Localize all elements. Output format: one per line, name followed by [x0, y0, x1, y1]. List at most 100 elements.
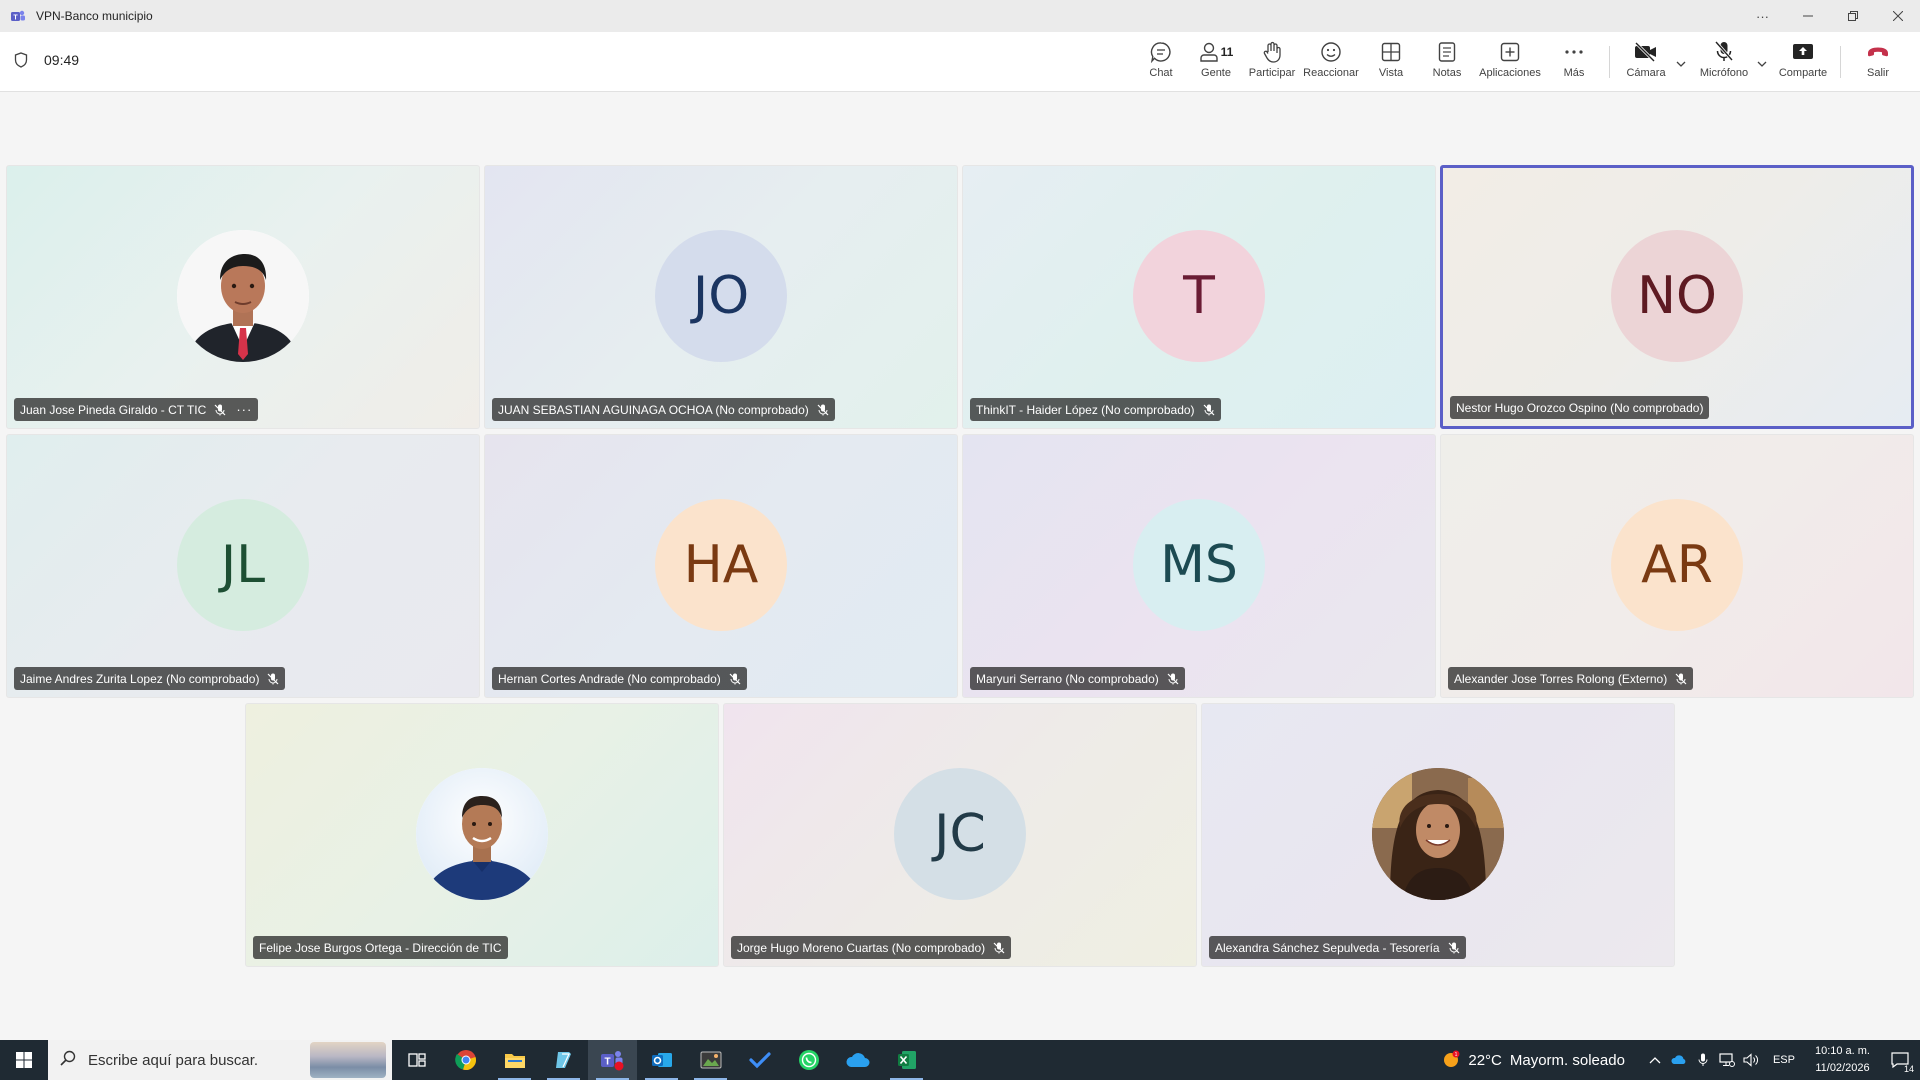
search-icon	[60, 1050, 76, 1071]
participant-name: Jaime Andres Zurita Lopez (No comprobado…	[20, 671, 260, 686]
participant-tile[interactable]: MS Maryuri Serrano (No comprobado)	[962, 434, 1436, 698]
participant-name: Felipe Jose Burgos Ortega - Dirección de…	[259, 940, 502, 955]
share-button[interactable]: Comparte	[1778, 38, 1828, 88]
window-title: VPN-Banco municipio	[36, 9, 153, 23]
participant-tile[interactable]: AR Alexander Jose Torres Rolong (Externo…	[1440, 434, 1914, 698]
windows-taskbar: Escribe aquí para buscar. T 1 22°C Mayor…	[0, 1040, 1920, 1080]
microphone-label: Micrófono	[1699, 67, 1749, 79]
camera-label: Cámara	[1626, 67, 1666, 79]
excel-icon[interactable]	[882, 1040, 931, 1080]
participant-tile-active-speaker[interactable]: NO Nestor Hugo Orozco Ospino (No comprob…	[1440, 165, 1914, 429]
hang-up-icon	[1868, 47, 1888, 57]
raise-hand-button[interactable]: Participar	[1248, 38, 1296, 88]
taskbar-search-box[interactable]: Escribe aquí para buscar.	[48, 1040, 392, 1080]
taskbar-clock[interactable]: 10:10 a. m. 11/02/2026	[1815, 1043, 1870, 1077]
chrome-icon[interactable]	[441, 1040, 490, 1080]
participant-nameplate: JUAN SEBASTIAN AGUINAGA OCHOA (No compro…	[492, 398, 835, 421]
camera-button[interactable]: Cámara	[1624, 38, 1668, 88]
meeting-timer: 09:49	[14, 52, 79, 68]
react-button[interactable]: Reaccionar	[1303, 38, 1359, 88]
window-controls: ···	[1740, 0, 1920, 32]
more-button[interactable]: Más	[1560, 38, 1588, 88]
svg-text:T: T	[13, 15, 18, 22]
people-button[interactable]: 11 Gente	[1196, 38, 1236, 88]
person-photo-man-suit	[177, 230, 309, 362]
participant-name: JUAN SEBASTIAN AGUINAGA OCHOA (No compro…	[498, 402, 809, 417]
avatar: JC	[894, 768, 1026, 900]
close-button[interactable]	[1875, 0, 1920, 32]
notes-button[interactable]: Notas	[1432, 38, 1462, 88]
participant-tile[interactable]: T ThinkIT - Haider López (No comprobado)	[962, 165, 1436, 429]
mic-muted-icon	[993, 942, 1005, 954]
participant-name: Juan Jose Pineda Giraldo - CT TIC	[20, 402, 207, 417]
view-label: Vista	[1378, 67, 1404, 79]
participant-tile[interactable]: Felipe Jose Burgos Ortega - Dirección de…	[245, 703, 719, 967]
participant-tile[interactable]: JO JUAN SEBASTIAN AGUINAGA OCHOA (No com…	[484, 165, 958, 429]
start-button[interactable]	[0, 1040, 48, 1080]
camera-options-chevron-icon[interactable]	[1676, 54, 1686, 72]
teams-taskbar-icon[interactable]: T	[588, 1040, 637, 1080]
restore-button[interactable]	[1830, 0, 1875, 32]
participant-name: ThinkIT - Haider López (No comprobado)	[976, 402, 1195, 417]
people-label: Gente	[1201, 67, 1231, 79]
snipping-tool-icon[interactable]	[686, 1040, 735, 1080]
notes-icon	[1438, 42, 1456, 62]
participant-tile[interactable]: Juan Jose Pineda Giraldo - CT TIC ···	[6, 165, 480, 429]
chevron-up-icon[interactable]	[1643, 1056, 1667, 1064]
weather-widget[interactable]: 1 22°C Mayorm. soleado	[1440, 1049, 1625, 1071]
outlook-icon[interactable]	[637, 1040, 686, 1080]
weather-desc: Mayorm. soleado	[1509, 1051, 1625, 1069]
more-options-icon[interactable]: ···	[1740, 0, 1785, 32]
notifications-icon[interactable]: 14	[1880, 1040, 1920, 1080]
minimize-button[interactable]	[1785, 0, 1830, 32]
camera-off-icon	[1634, 42, 1656, 62]
notepad-icon[interactable]	[539, 1040, 588, 1080]
react-label: Reaccionar	[1303, 67, 1359, 79]
task-view-icon[interactable]	[392, 1040, 441, 1080]
onedrive-icon[interactable]	[833, 1040, 882, 1080]
mic-muted-icon	[817, 404, 829, 416]
avatar: NO	[1611, 230, 1743, 362]
mic-options-chevron-icon[interactable]	[1757, 54, 1767, 72]
participant-nameplate: Hernan Cortes Andrade (No comprobado)	[492, 667, 747, 690]
share-screen-icon	[1793, 44, 1813, 59]
mic-muted-icon	[1675, 673, 1687, 685]
volume-icon[interactable]	[1739, 1053, 1763, 1067]
microphone-button[interactable]: Micrófono	[1697, 38, 1751, 88]
microphone-tray-icon[interactable]	[1691, 1053, 1715, 1067]
participant-tile[interactable]: Alexandra Sánchez Sepulveda - Tesorería	[1201, 703, 1675, 967]
timer-text: 09:49	[44, 52, 80, 68]
more-icon	[1565, 50, 1583, 54]
participant-tile[interactable]: JL Jaime Andres Zurita Lopez (No comprob…	[6, 434, 480, 698]
participant-name: Nestor Hugo Orozco Ospino (No comprobado…	[1456, 400, 1704, 415]
view-button[interactable]: Vista	[1376, 38, 1406, 88]
chat-button[interactable]: Chat	[1144, 38, 1178, 88]
participant-nameplate: Felipe Jose Burgos Ortega - Dirección de…	[253, 936, 508, 959]
apps-label: Aplicaciones	[1479, 67, 1541, 79]
avatar: JO	[655, 230, 787, 362]
mic-off-icon	[1714, 41, 1734, 61]
participant-more-options-icon[interactable]: ···	[236, 402, 252, 417]
network-icon[interactable]	[1715, 1053, 1739, 1067]
clock-date: 11/02/2026	[1815, 1062, 1870, 1074]
onedrive-tray-icon[interactable]	[1667, 1055, 1691, 1065]
file-explorer-icon[interactable]	[490, 1040, 539, 1080]
participant-nameplate: Jaime Andres Zurita Lopez (No comprobado…	[14, 667, 286, 690]
participant-tile[interactable]: JC Jorge Hugo Moreno Cuartas (No comprob…	[723, 703, 1197, 967]
avatar: JL	[177, 499, 309, 631]
todo-icon[interactable]	[735, 1040, 784, 1080]
mic-muted-icon	[1448, 942, 1460, 954]
chat-label: Chat	[1149, 67, 1173, 79]
hand-icon	[1263, 41, 1281, 63]
whatsapp-icon[interactable]	[784, 1040, 833, 1080]
notes-label: Notas	[1432, 67, 1462, 79]
apps-button[interactable]: Aplicaciones	[1478, 38, 1542, 88]
leave-button[interactable]: Salir	[1862, 38, 1894, 88]
windows-logo-icon	[16, 1052, 32, 1068]
participant-name: Jorge Hugo Moreno Cuartas (No comprobado…	[737, 940, 986, 955]
participant-tile[interactable]: HA Hernan Cortes Andrade (No comprobado)	[484, 434, 958, 698]
mic-muted-icon	[1203, 404, 1215, 416]
language-indicator[interactable]: ESP	[1773, 1054, 1795, 1066]
svg-text:T: T	[604, 1057, 610, 1068]
taskbar-apps: T	[392, 1040, 931, 1080]
